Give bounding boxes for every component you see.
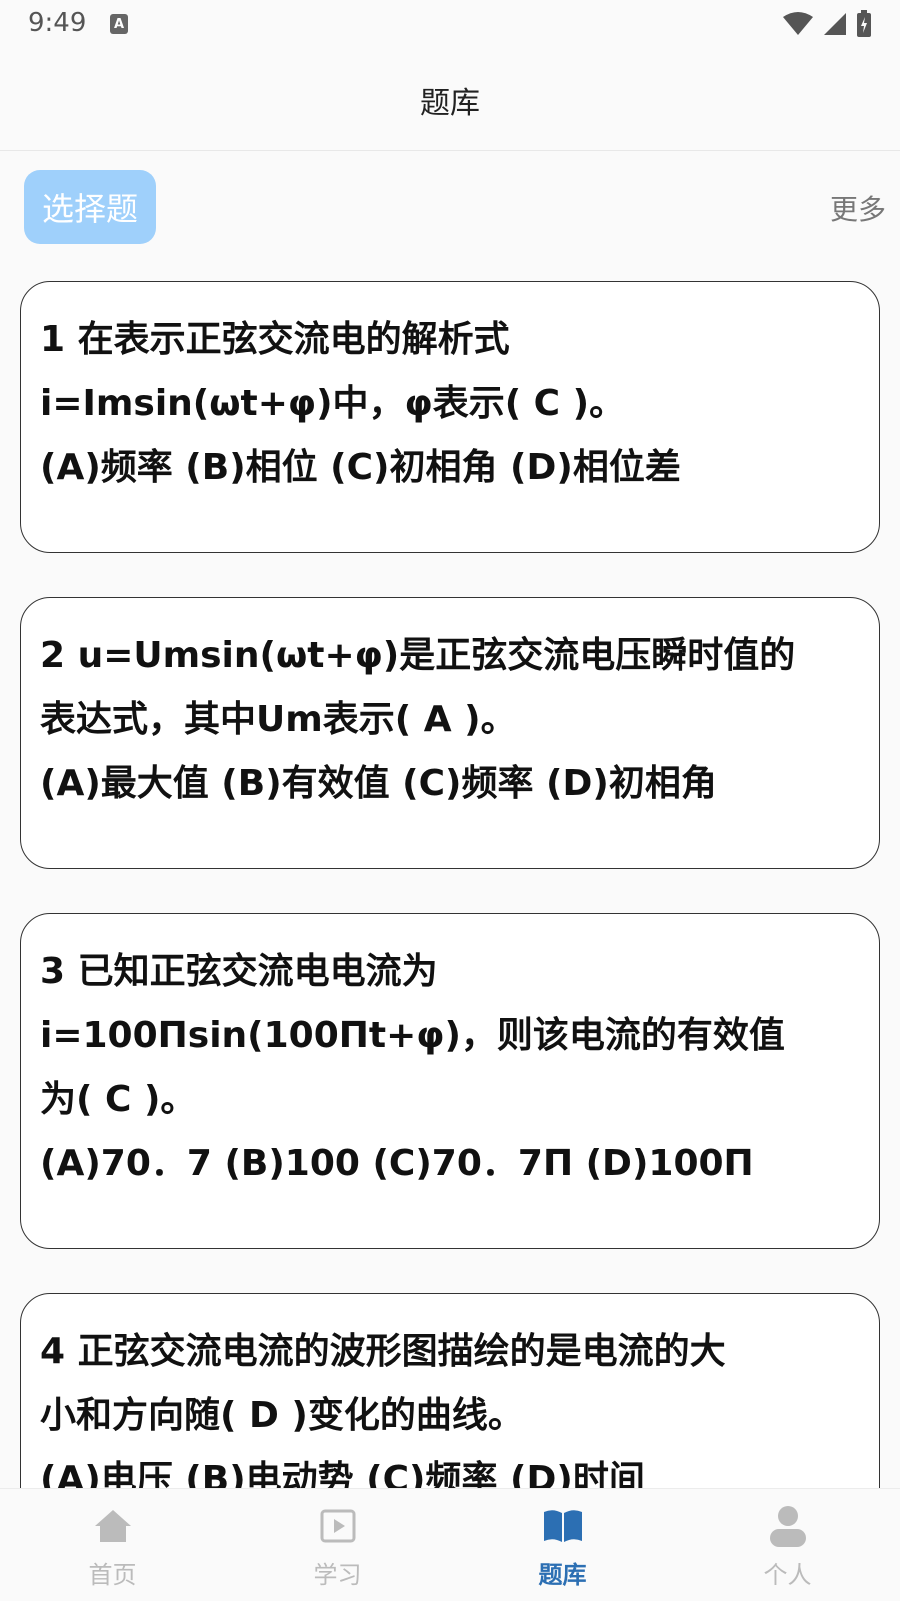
bottom-tab-bar: 首页 学习 题库 个人 xyxy=(0,1488,900,1601)
question-options: (A)70．7 (B)100 (C)70．7Π (D)100Π xyxy=(40,1143,754,1184)
question-text-line: i=100Πsin(100Πt+φ)，则该电流的有效值 xyxy=(40,1015,785,1056)
tab-home[interactable]: 首页 xyxy=(0,1489,225,1601)
question-text-line: i=Imsin(ωt+φ)中，φ表示( C )。 xyxy=(40,383,626,424)
question-options: (A)电压 (B)电动势 (C)频率 (D)时间 xyxy=(40,1459,645,1488)
status-icons xyxy=(782,10,872,38)
question-text-line: 小和方向随( D )变化的曲线。 xyxy=(40,1395,524,1436)
more-link[interactable]: 更多 xyxy=(830,188,886,228)
tab-study[interactable]: 学习 xyxy=(225,1489,450,1601)
tab-question-bank[interactable]: 题库 xyxy=(450,1489,675,1601)
tab-label: 学习 xyxy=(313,1561,362,1589)
person-icon xyxy=(765,1503,811,1549)
question-text-line: 为( C )。 xyxy=(40,1079,197,1120)
book-icon xyxy=(540,1503,586,1549)
question-type-tag[interactable]: 选择题 xyxy=(24,170,156,244)
question-options: (A)频率 (B)相位 (C)初相角 (D)相位差 xyxy=(40,447,681,488)
tab-label: 个人 xyxy=(763,1561,812,1589)
question-card-3[interactable]: 3 已知正弦交流电电流为 i=100Πsin(100Πt+φ)，则该电流的有效值… xyxy=(20,913,880,1249)
question-text-line: 1 在表示正弦交流电的解析式 xyxy=(40,319,510,360)
tab-profile[interactable]: 个人 xyxy=(675,1489,900,1601)
battery-icon xyxy=(857,10,871,37)
question-text-line: 表达式，其中Um表示( A )。 xyxy=(40,699,517,740)
wifi-icon xyxy=(783,12,813,35)
question-card-2[interactable]: 2 u=Umsin(ωt+φ)是正弦交流电压瞬时值的 表达式，其中Um表示( A… xyxy=(20,597,880,869)
tab-label: 首页 xyxy=(88,1561,137,1589)
status-time: 9:49 xyxy=(28,8,87,38)
question-text-line: 2 u=Umsin(ωt+φ)是正弦交流电压瞬时值的 xyxy=(40,635,796,676)
question-card-1[interactable]: 1 在表示正弦交流电的解析式 i=Imsin(ωt+φ)中，φ表示( C )。 … xyxy=(20,281,880,553)
app-header: 题库 xyxy=(0,50,900,151)
question-text-line: 3 已知正弦交流电电流为 xyxy=(40,951,438,992)
question-card-4[interactable]: 4 正弦交流电流的波形图描绘的是电流的大 小和方向随( D )变化的曲线。 (A… xyxy=(20,1293,880,1488)
signal-icon xyxy=(824,13,846,35)
status-bar: 9:49 A xyxy=(0,0,900,50)
play-icon xyxy=(315,1503,361,1549)
tab-label: 题库 xyxy=(538,1561,587,1589)
question-list[interactable]: 1 在表示正弦交流电的解析式 i=Imsin(ωt+φ)中，φ表示( C )。 … xyxy=(0,252,900,1488)
page-title: 题库 xyxy=(420,86,480,121)
question-text-line: 4 正弦交流电流的波形图描绘的是电流的大 xyxy=(40,1331,726,1372)
question-options: (A)最大值 (B)有效值 (C)频率 (D)初相角 xyxy=(40,763,717,804)
home-icon xyxy=(90,1503,136,1549)
notification-a-icon: A xyxy=(110,14,128,34)
